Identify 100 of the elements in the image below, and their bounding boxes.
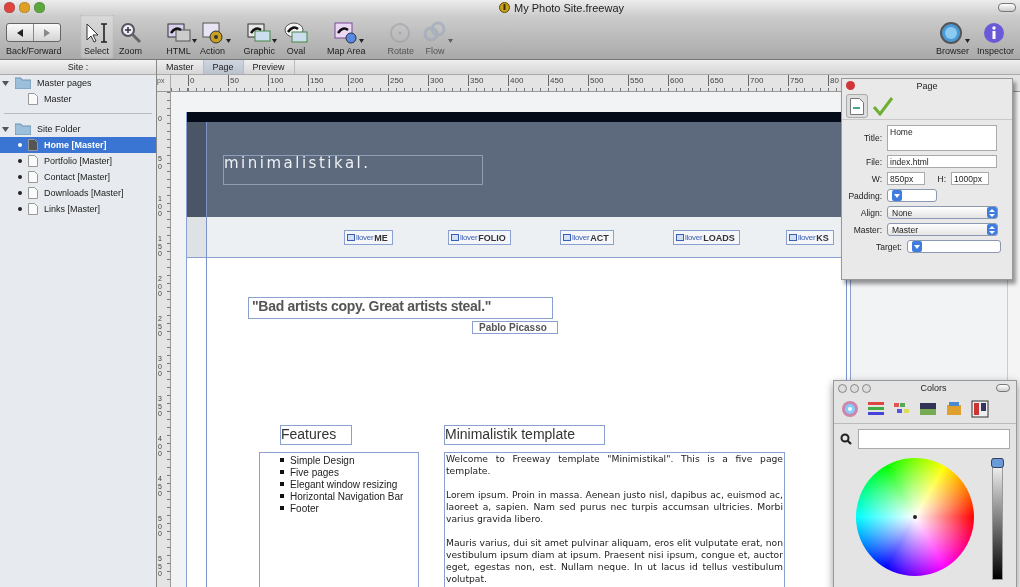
combo-box[interactable]	[907, 240, 1001, 253]
heading: Features	[280, 425, 352, 445]
rollover-box[interactable]: lloverME	[344, 230, 393, 245]
folder-icon	[15, 77, 31, 89]
bullet-icon	[18, 207, 22, 211]
logo-text: minimalistikal.	[223, 155, 483, 185]
view-tab[interactable]: Page	[203, 60, 244, 74]
folder-label[interactable]: Master pages	[37, 78, 92, 88]
close-icon[interactable]	[846, 81, 855, 90]
ruler-label: 0	[188, 75, 195, 86]
page-icon	[28, 171, 38, 183]
page-item[interactable]: Portfolio [Master]	[0, 153, 156, 169]
ruler-label: 50	[228, 75, 239, 86]
toolbar-button[interactable]: HTML	[161, 15, 196, 59]
ruler-label: 150	[308, 75, 324, 86]
field-label: H:	[936, 173, 946, 184]
author-text: Pablo Picasso	[472, 321, 558, 334]
crayons-icon	[945, 400, 963, 418]
toolbar-button[interactable]: Action	[195, 15, 230, 59]
rollover-box[interactable]: lloverACT	[560, 230, 614, 245]
bullet-icon	[280, 494, 284, 498]
page-item[interactable]: Contact [Master]	[0, 169, 156, 185]
ruler-label: 400	[508, 75, 524, 86]
title-field[interactable]: Home	[887, 125, 997, 151]
toolbar-button[interactable]: Back/Forward	[2, 15, 66, 59]
input-field[interactable]: index.html	[887, 155, 997, 168]
nav-label: FOLIO	[478, 232, 506, 243]
rollover-label: llover	[572, 233, 590, 242]
html-box-icon	[165, 21, 192, 45]
ruler-label: 600	[668, 75, 684, 86]
input-field[interactable]: 850px	[887, 172, 925, 185]
picture-icon	[676, 234, 684, 241]
view-tab[interactable]: Preview	[243, 60, 295, 74]
slider-thumb[interactable]	[991, 458, 1004, 468]
toolbar-toggle-button[interactable]	[998, 3, 1016, 12]
field-label: Title:	[862, 133, 882, 143]
site-popup[interactable]: Site :	[0, 60, 156, 75]
toolbar-button[interactable]: Browser	[931, 15, 973, 59]
window-control-icon[interactable]	[34, 2, 45, 13]
toolbar-button[interactable]: Select	[79, 15, 114, 59]
bullet-icon	[18, 175, 22, 179]
folder-label[interactable]: Site Folder	[37, 124, 81, 134]
pointer-icon	[83, 21, 110, 45]
view-tab[interactable]: Master	[157, 60, 204, 74]
brightness-slider[interactable]	[992, 458, 1003, 580]
field-label: W:	[870, 173, 882, 184]
page-icon	[28, 155, 38, 167]
color-picker-dot[interactable]	[913, 515, 917, 519]
input-field[interactable]: 1000px	[951, 172, 989, 185]
back-arrow-icon	[16, 28, 25, 37]
bullet-icon	[280, 458, 284, 462]
list-item: Simple Design	[290, 454, 355, 466]
page-tab-button[interactable]	[846, 94, 868, 118]
page-icon	[28, 203, 38, 215]
disclosure-triangle-icon[interactable]	[2, 79, 9, 87]
nav-label: ACT	[590, 232, 609, 243]
checkmark-icon	[872, 96, 894, 116]
combo-box[interactable]	[887, 189, 937, 202]
ruler-label: 500	[588, 75, 604, 86]
dropdown-arrow-icon	[914, 242, 920, 251]
page-item[interactable]: Master	[0, 91, 156, 107]
page-icon	[850, 97, 864, 115]
rollover-box[interactable]: lloverLOADS	[673, 230, 740, 245]
picture-icon	[789, 234, 797, 241]
navigation-side-column	[187, 217, 207, 257]
document-icon	[498, 2, 510, 13]
picture-icon	[563, 234, 571, 241]
color-mode-button[interactable]	[970, 399, 990, 419]
search-field[interactable]	[858, 429, 1010, 449]
quote-text: "Bad artists copy. Great artists steal."	[248, 297, 553, 319]
toolbar-button[interactable]: Map Area	[323, 15, 370, 59]
panel-title: Colors	[920, 383, 947, 393]
list-item: Five pages	[290, 466, 339, 478]
toolbar-button[interactable]: Zoom	[113, 15, 148, 59]
page-item[interactable]: Downloads [Master]	[0, 185, 156, 201]
bullet-icon	[18, 143, 22, 147]
toolbar-toggle-button[interactable]	[996, 384, 1010, 392]
window-control-icon[interactable]	[4, 2, 15, 13]
rollover-box[interactable]: lloverKS	[786, 230, 834, 245]
ruler-label: 80	[828, 75, 839, 86]
ruler-label: 250	[388, 75, 404, 86]
page-item[interactable]: Links [Master]	[0, 201, 156, 217]
map-area-icon	[333, 21, 360, 45]
field-label: Target:	[875, 241, 902, 252]
disclosure-triangle-icon[interactable]	[2, 125, 9, 133]
forward-arrow-icon	[43, 28, 52, 37]
rollover-box[interactable]: lloverFOLIO	[448, 230, 511, 245]
popup-menu[interactable]: Master	[887, 223, 998, 236]
panel-title: Page	[916, 81, 938, 91]
list-item: Elegant window resizing	[290, 478, 398, 490]
toolbar-button[interactable]: Graphic	[239, 15, 280, 59]
list-item: Horizontal Navigation Bar	[290, 490, 404, 502]
window-control-icon[interactable]	[19, 2, 30, 13]
color-mode-button[interactable]	[840, 399, 860, 419]
toolbar-button[interactable]: Oval	[279, 15, 314, 59]
popup-menu[interactable]: None	[887, 206, 998, 219]
list-item: Footer	[290, 502, 319, 514]
toolbar-button[interactable]: Inspector	[972, 15, 1018, 59]
field-label: Master:	[852, 224, 882, 235]
page-item[interactable]: Home [Master]	[0, 137, 156, 153]
